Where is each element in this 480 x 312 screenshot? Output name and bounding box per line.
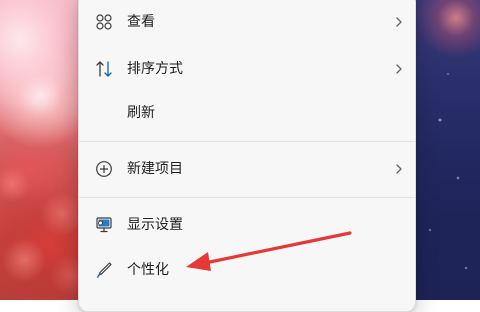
menu-item-personalize[interactable]: 个性化 [79,247,415,293]
menu-separator [79,197,415,198]
desktop-context-menu: 查看 排序方式 刷新 新建项目 显示设置 个性化 [78,0,416,312]
menu-item-new[interactable]: 新建项目 [79,146,415,192]
menu-separator [79,141,415,142]
menu-item-refresh[interactable]: 刷新 [79,90,415,136]
menu-item-label: 刷新 [127,105,155,121]
brush-icon [97,262,112,278]
menu-item-label: 查看 [127,14,155,30]
plus-circle-icon [96,161,112,177]
menu-item-label: 排序方式 [127,61,183,77]
menu-item-sort-by[interactable]: 排序方式 [79,46,415,92]
menu-item-label: 个性化 [127,262,169,278]
sort-icon [96,61,112,77]
wallpaper-left [0,0,84,300]
menu-item-label: 显示设置 [127,217,183,233]
chevron-right-icon [396,17,402,27]
menu-item-display-settings[interactable]: 显示设置 [79,202,415,248]
menu-item-view[interactable]: 查看 [79,0,415,45]
chevron-right-icon [396,164,402,174]
menu-item-label: 新建项目 [127,161,183,177]
grid-icon [96,14,112,30]
chevron-right-icon [396,64,402,74]
display-settings-icon [96,217,112,233]
wallpaper-right [412,0,480,300]
